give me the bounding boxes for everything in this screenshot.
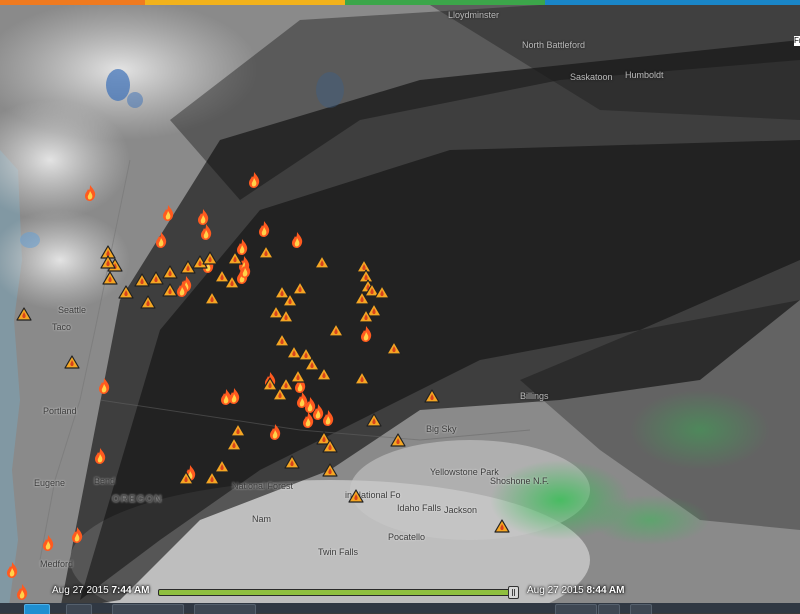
warning-icon[interactable] <box>202 251 218 265</box>
warning-icon[interactable] <box>102 271 118 285</box>
fire-icon[interactable] <box>41 534 55 552</box>
warning-icon[interactable] <box>226 437 242 451</box>
place-label: Pocatello <box>388 532 426 542</box>
warning-icon[interactable] <box>322 463 338 477</box>
place-label: Eugene <box>34 478 66 488</box>
start-date: Aug 27 2015 <box>52 585 109 596</box>
place-label: National Forest <box>232 481 294 491</box>
warning-icon[interactable] <box>224 275 240 289</box>
warning-icon[interactable] <box>348 489 364 503</box>
fire-icon[interactable] <box>70 526 84 544</box>
warning-icon[interactable] <box>366 413 382 427</box>
fire-icon[interactable] <box>268 423 282 441</box>
warning-icon[interactable] <box>227 251 243 265</box>
fire-icon[interactable] <box>227 387 241 405</box>
warning-icon[interactable] <box>272 387 288 401</box>
place-label: Twin Falls <box>318 547 359 557</box>
fire-icon[interactable] <box>247 171 261 189</box>
warning-icon[interactable] <box>316 367 332 381</box>
top-color-bar <box>0 0 800 5</box>
place-label: Jackson <box>444 505 478 515</box>
warning-icon[interactable] <box>354 371 370 385</box>
place-label: Humboldt <box>625 70 664 80</box>
warning-icon[interactable] <box>322 439 338 453</box>
fire-icon[interactable] <box>93 447 107 465</box>
warning-icon[interactable] <box>390 433 406 447</box>
place-label: Nam <box>252 514 272 524</box>
warning-icon[interactable] <box>284 455 300 469</box>
timeline-end: Aug 27 2015 8:44 AM <box>527 585 624 596</box>
place-label: Big Sky <box>426 424 457 434</box>
warning-icon[interactable] <box>258 245 274 259</box>
fire-icon[interactable] <box>97 377 111 395</box>
place-label: Shoshone N.F. <box>490 476 550 486</box>
warning-icon[interactable] <box>100 255 116 269</box>
place-label: Seattle <box>58 305 87 315</box>
timeline-start: Aug 27 2015 7:44 AM <box>52 585 149 596</box>
warning-icon[interactable] <box>162 283 178 297</box>
warning-icon[interactable] <box>64 355 80 369</box>
start-time: 7:44 AM <box>111 585 150 596</box>
place-label: North Battleford <box>522 40 586 50</box>
place-label: Medford <box>40 559 74 569</box>
place-label: Portland <box>43 406 77 416</box>
warning-icon[interactable] <box>178 471 194 485</box>
fire-icon[interactable] <box>257 220 271 238</box>
warning-icon[interactable] <box>358 309 374 323</box>
fire-icon[interactable] <box>154 231 168 249</box>
place-label: Saskatoon <box>570 72 613 82</box>
end-time: 8:44 AM <box>586 585 625 596</box>
warning-icon[interactable] <box>424 389 440 403</box>
warning-icon[interactable] <box>314 255 330 269</box>
warning-icon[interactable] <box>374 285 390 299</box>
edge-letters: Fr <box>794 36 800 46</box>
timeline-handle[interactable] <box>508 586 519 599</box>
warning-icon[interactable] <box>118 285 134 299</box>
fire-icon[interactable] <box>199 223 213 241</box>
timeline-track[interactable] <box>158 589 518 596</box>
place-label: Lloydminster <box>448 10 500 20</box>
place-label: Billings <box>520 391 549 401</box>
warning-icon[interactable] <box>140 295 156 309</box>
weather-map[interactable]: Saskatoon Humboldt North Battleford Lloy… <box>0 0 800 613</box>
warning-icon[interactable] <box>292 281 308 295</box>
warning-icon[interactable] <box>230 423 246 437</box>
end-date: Aug 27 2015 <box>527 585 584 596</box>
bottom-controls <box>0 603 800 614</box>
fire-icon[interactable] <box>359 325 373 343</box>
fire-icon[interactable] <box>321 409 335 427</box>
place-label: Taco <box>52 322 72 332</box>
warning-icon[interactable] <box>386 341 402 355</box>
place-label: OREGON <box>112 494 163 505</box>
warning-icon[interactable] <box>204 471 220 485</box>
fire-icon[interactable] <box>83 184 97 202</box>
warning-icon[interactable] <box>328 323 344 337</box>
map-layer <box>0 0 800 613</box>
fire-icon[interactable] <box>161 204 175 222</box>
place-label: Idaho Falls <box>397 503 442 513</box>
place-label: Bend <box>94 476 116 486</box>
warning-icon[interactable] <box>494 519 510 533</box>
warning-icon[interactable] <box>16 307 32 321</box>
warning-icon[interactable] <box>282 293 298 307</box>
place-label: Yellowstone Park <box>430 467 499 477</box>
fire-icon[interactable] <box>290 231 304 249</box>
warning-icon[interactable] <box>278 309 294 323</box>
fire-icon[interactable] <box>5 561 19 579</box>
warning-icon[interactable] <box>162 265 178 279</box>
warning-icon[interactable] <box>204 291 220 305</box>
